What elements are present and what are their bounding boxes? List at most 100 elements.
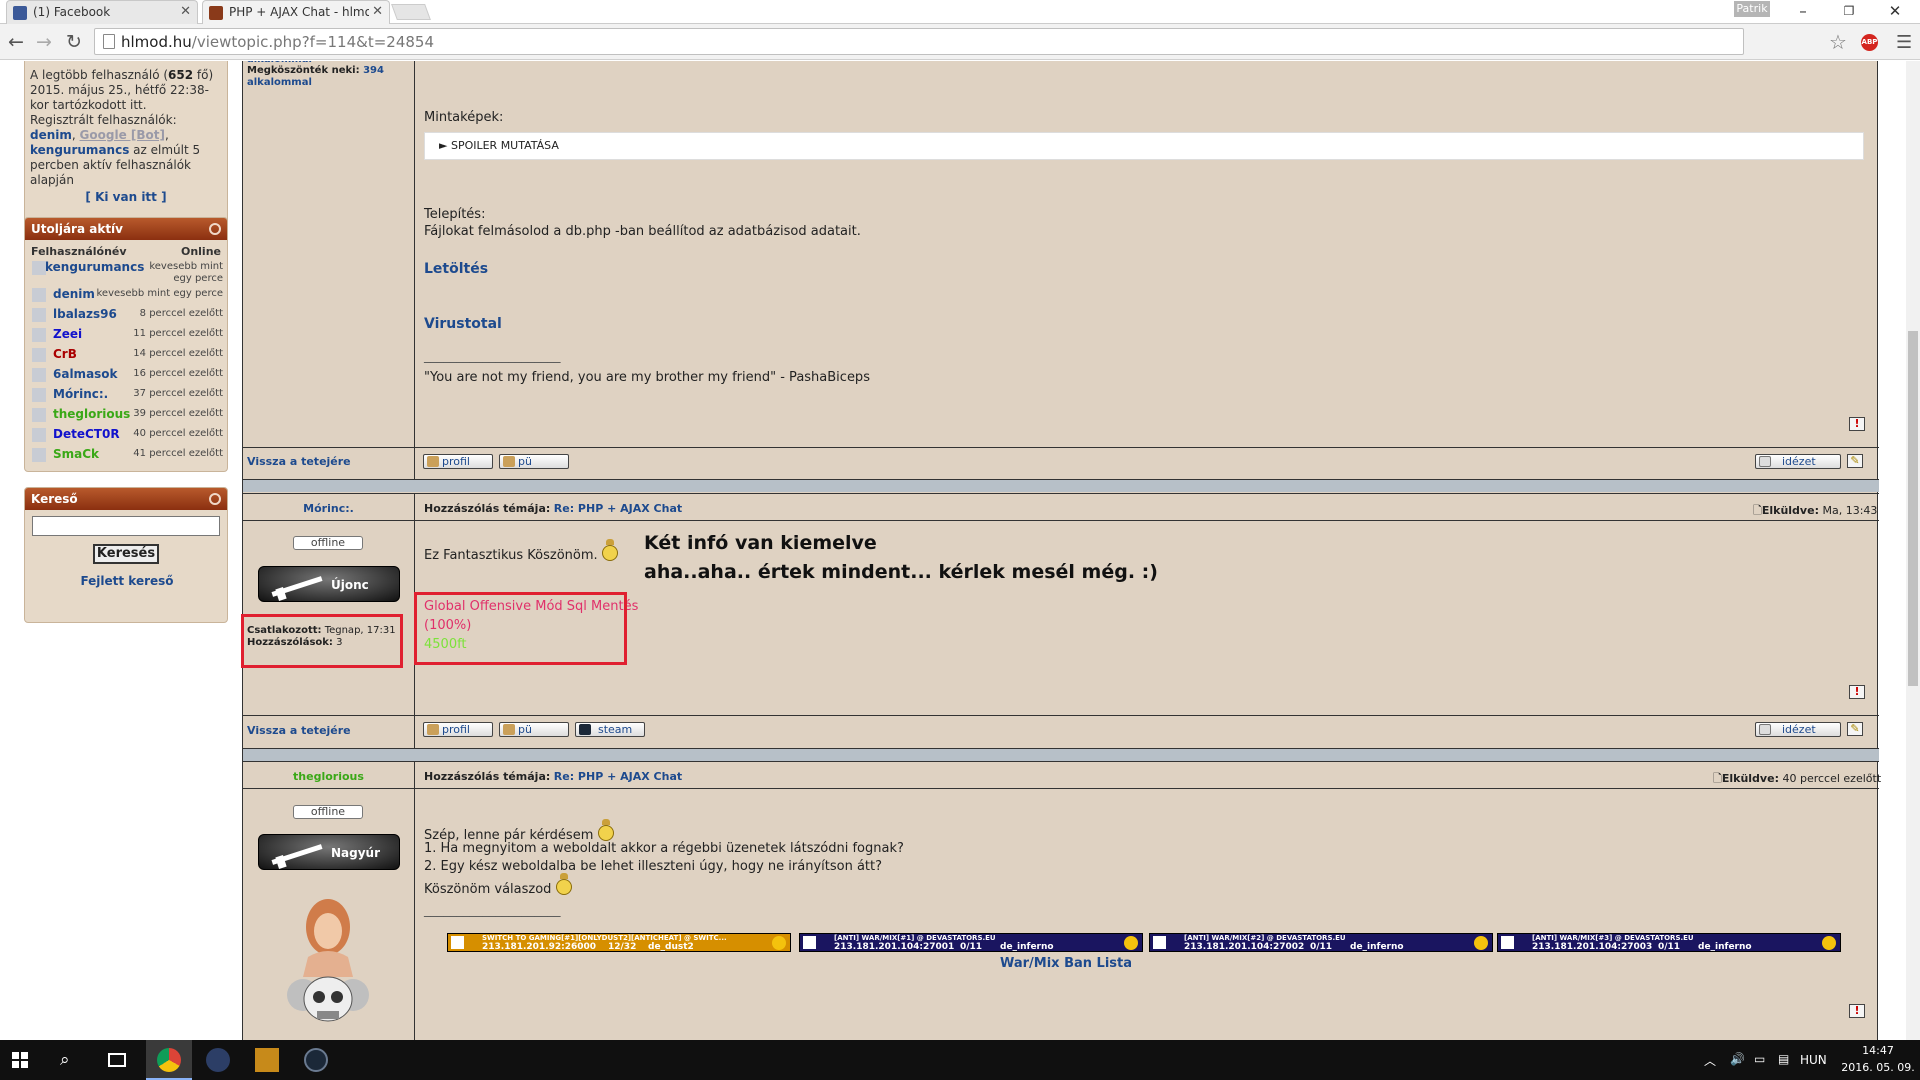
report-icon[interactable]: ! [1849, 1004, 1865, 1018]
virustotal-link[interactable]: Virustotal [424, 316, 502, 332]
back-to-top-link[interactable]: Vissza a tetejére [247, 724, 351, 737]
language-indicator[interactable]: HUN [1800, 1053, 1827, 1067]
server-banner[interactable]: SWITCH TO GAMING[#1][ONLYDUST2][ANTICHEA… [447, 933, 791, 952]
clock-time[interactable]: 14:47 [1850, 1044, 1906, 1057]
banlist-link[interactable]: War/Mix Ban Lista [1000, 956, 1132, 971]
edit-icon[interactable]: ✎ [1847, 722, 1863, 736]
server-banner[interactable]: [ANTI] WAR/MIX[#2] @ DEVASTATORS.EU 213.1… [1149, 933, 1493, 952]
close-tab-icon[interactable]: ✕ [180, 1, 191, 23]
restore-icon[interactable]: ❐ [1826, 0, 1872, 24]
server-address: 213.181.201.104:27001 [834, 942, 955, 952]
quote-button[interactable]: idézet [1755, 722, 1841, 737]
forward-icon[interactable]: → [36, 32, 52, 52]
bookmark-star-icon[interactable]: ☆ [1829, 30, 1847, 54]
post-author[interactable]: theglorious [243, 770, 414, 783]
search-input[interactable] [32, 516, 220, 536]
post-text: Ez Fantasztikus Köszönöm. [424, 539, 618, 563]
recent-user-row: CrB 14 perccel ezelőtt [25, 345, 227, 365]
back-to-top-link[interactable]: Vissza a tetejére [247, 455, 351, 468]
row-divider [243, 761, 1879, 762]
install-text: Fájlokat felmásolod a db.php -ban beállí… [424, 224, 861, 239]
back-icon[interactable]: ← [8, 32, 24, 52]
recent-user-name[interactable]: Mórinc:. [53, 387, 108, 401]
adblock-icon[interactable]: ABP [1861, 34, 1878, 51]
recent-user-name[interactable]: kengurumancs [45, 260, 144, 274]
server-map: de_inferno [1000, 942, 1054, 952]
scrollbar-thumb[interactable] [1908, 331, 1918, 686]
task-view-icon[interactable] [108, 1053, 126, 1067]
recent-users-title: Utoljára aktív [31, 222, 123, 236]
profile-icon [427, 456, 439, 467]
recent-user-time: 37 perccel ezelőtt [133, 388, 223, 399]
report-icon[interactable]: ! [1849, 417, 1865, 431]
subject-link[interactable]: Re: PHP + AJAX Chat [554, 502, 682, 515]
tab-facebook[interactable]: (1) Facebook ✕ [6, 0, 198, 24]
stat-text: alapján [30, 173, 74, 187]
quote-button[interactable]: idézet [1755, 454, 1841, 469]
pm-button[interactable]: pü [499, 722, 569, 737]
page-scrollbar[interactable] [1906, 61, 1920, 1040]
menu-icon[interactable]: ☰ [1896, 32, 1912, 53]
steam-icon[interactable] [304, 1048, 328, 1072]
highlight-box-user-info [241, 614, 403, 668]
close-tab-icon[interactable]: ✕ [369, 1, 383, 23]
network-icon[interactable]: ▭ [1754, 1052, 1765, 1066]
clock-date[interactable]: 2016. 05. 09. [1838, 1061, 1918, 1074]
pm-button[interactable]: pü [499, 454, 569, 469]
edit-icon[interactable]: ✎ [1847, 454, 1863, 468]
subject-link[interactable]: Re: PHP + AJAX Chat [554, 770, 682, 783]
smiley-icon [601, 539, 618, 561]
steam-button[interactable]: steam [575, 722, 645, 737]
notifications-icon[interactable]: ▤ [1778, 1052, 1789, 1066]
column-divider [414, 61, 415, 479]
avatar [32, 408, 46, 422]
search-box: Kereső Keresés Fejlett kereső [24, 487, 228, 623]
user-link-google-bot[interactable]: Google [Bot] [80, 128, 165, 142]
recent-user-name[interactable]: 6almasok [53, 367, 118, 381]
stat-text: fő) [193, 68, 214, 82]
avatar [32, 348, 46, 362]
advanced-search-link[interactable]: Fejlett kereső [25, 574, 229, 588]
taskbar-chrome[interactable] [146, 1040, 192, 1080]
server-address: 213.181.201.104:27002 [1184, 942, 1305, 952]
who-is-online-link[interactable]: [ Ki van itt ] [30, 190, 222, 205]
download-link[interactable]: Letöltés [424, 261, 488, 277]
recent-user-name[interactable]: Zeei [53, 327, 82, 341]
pm-icon [503, 456, 515, 467]
address-bar[interactable]: hlmod.hu/viewtopic.php?f=114&t=24854 [94, 28, 1744, 55]
post-author[interactable]: Mórinc:. [243, 502, 414, 515]
windows-start-icon[interactable] [12, 1052, 28, 1068]
tab-php-ajax-chat[interactable]: PHP + AJAX Chat - hlmod ✕ [202, 0, 390, 24]
report-icon[interactable]: ! [1849, 685, 1865, 699]
stat-text: percben aktív felhasználók [30, 158, 191, 172]
close-window-icon[interactable]: ✕ [1872, 0, 1918, 24]
avatar [32, 328, 46, 342]
profile-button[interactable]: profil [423, 722, 493, 737]
search-button[interactable]: Keresés [93, 544, 159, 564]
recent-user-name[interactable]: denim [53, 287, 95, 301]
volume-icon[interactable]: 🔊 [1730, 1052, 1745, 1066]
profile-button[interactable]: Patrik [1734, 1, 1770, 17]
app-icon[interactable] [255, 1048, 279, 1072]
app-icon[interactable] [206, 1048, 230, 1072]
recent-user-name[interactable]: CrB [53, 347, 77, 361]
profile-button[interactable]: profil [423, 454, 493, 469]
recent-user-time: 40 perccel ezelőtt [133, 428, 223, 439]
user-link-kengurumancs[interactable]: kengurumancs [30, 143, 129, 157]
search-icon[interactable]: ⌕ [60, 1048, 84, 1072]
new-tab-button[interactable] [391, 4, 431, 20]
tray-chevron-icon[interactable]: ︿ [1704, 1052, 1716, 1069]
recent-user-name[interactable]: DeteCT0R [53, 427, 120, 441]
hlmod-icon [209, 6, 223, 20]
reload-icon[interactable]: ↻ [66, 32, 82, 52]
recent-user-name[interactable]: theglorious [53, 407, 130, 421]
minimize-icon[interactable]: – [1780, 0, 1826, 24]
recent-user-name[interactable]: lbalazs96 [53, 307, 117, 321]
steam-icon [579, 724, 591, 735]
recent-user-name[interactable]: SmaCk [53, 447, 99, 461]
sent-time: 40 perccel ezelőtt [1782, 772, 1882, 785]
server-banner[interactable]: [ANTI] WAR/MIX[#1] @ DEVASTATORS.EU 213.1… [799, 933, 1143, 952]
spoiler-button[interactable]: ► SPOILER MUTATÁSA [424, 132, 1864, 160]
user-link-denim[interactable]: denim [30, 128, 72, 142]
server-banner[interactable]: [ANTI] WAR/MIX[#3] @ DEVASTATORS.EU 213.1… [1497, 933, 1841, 952]
